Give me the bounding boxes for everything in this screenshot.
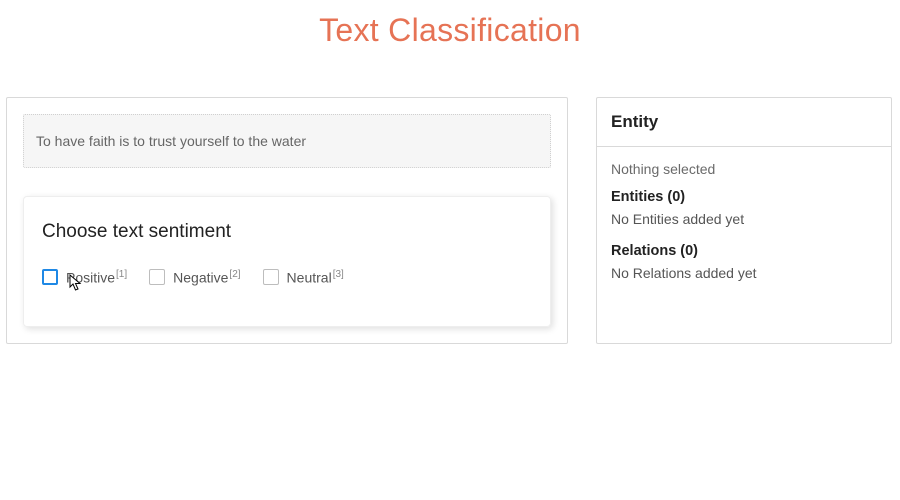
checkbox-neutral[interactable]: Neutral[3]: [263, 269, 344, 286]
checkbox-label: Neutral[3]: [287, 269, 344, 286]
sentiment-options: Positive[1] Negative[2] Neutral[3]: [42, 269, 532, 286]
entity-panel-body: Nothing selected Entities (0) No Entitie…: [597, 147, 891, 311]
page-title: Text Classification: [0, 0, 900, 57]
sample-text: To have faith is to trust yourself to th…: [23, 114, 551, 168]
checkbox-icon: [149, 269, 165, 285]
checkbox-label: Positive[1]: [66, 269, 127, 286]
entity-panel-header: Entity: [597, 98, 891, 147]
relations-label: Relations (0): [611, 243, 877, 259]
sentiment-title: Choose text sentiment: [42, 221, 532, 243]
classification-panel: To have faith is to trust yourself to th…: [6, 97, 568, 344]
sentiment-card: Choose text sentiment Positive[1] Negati…: [23, 196, 551, 327]
checkbox-icon: [42, 269, 58, 285]
entities-label: Entities (0): [611, 189, 877, 205]
checkbox-label: Negative[2]: [173, 269, 240, 286]
selection-status: Nothing selected: [611, 161, 877, 177]
relations-empty: No Relations added yet: [611, 265, 877, 281]
checkbox-icon: [263, 269, 279, 285]
entity-panel: Entity Nothing selected Entities (0) No …: [596, 97, 892, 344]
main-content: To have faith is to trust yourself to th…: [0, 57, 900, 344]
entities-empty: No Entities added yet: [611, 211, 877, 227]
checkbox-positive[interactable]: Positive[1]: [42, 269, 127, 286]
checkbox-negative[interactable]: Negative[2]: [149, 269, 240, 286]
